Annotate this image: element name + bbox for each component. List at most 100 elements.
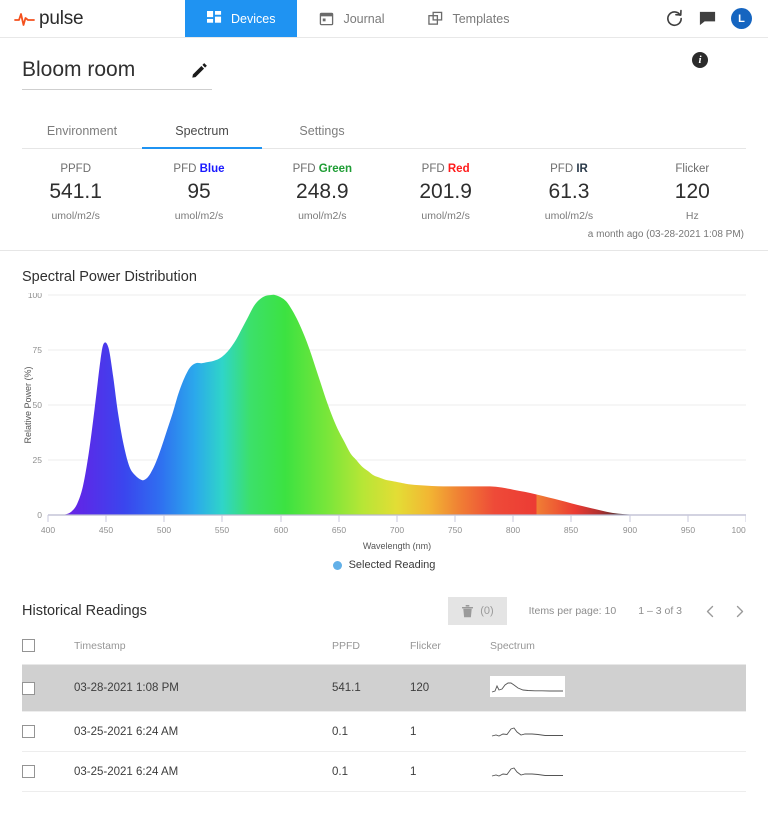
table-row[interactable]: 03-25-2021 6:24 AM 0.1 1 <box>22 712 746 752</box>
metric-pfd-ir-unit: umol/m2/s <box>507 210 630 222</box>
table-row[interactable]: 03-25-2021 6:24 AM 0.1 1 <box>22 752 746 792</box>
metric-pfd-ir-accent: IR <box>576 163 588 175</box>
avatar[interactable]: L <box>731 8 752 29</box>
select-all-checkbox[interactable] <box>22 639 35 652</box>
spectral-chart-section: Spectral Power Distribution <box>0 251 768 593</box>
row-ppfd: 0.1 <box>332 752 410 792</box>
legend-dot-selected-reading <box>333 561 342 570</box>
brand-name: pulse <box>39 8 83 30</box>
chart-area: 100 75 50 25 0 <box>22 293 746 593</box>
metric-pfd-blue-label: PFD <box>173 163 196 175</box>
page-title: Bloom room <box>22 58 135 82</box>
chart-x-axis-label: Wavelength (nm) <box>363 541 431 551</box>
metric-pfd-blue: PFD Blue 95 umol/m2/s <box>137 163 260 222</box>
pulse-mark-icon <box>14 11 36 27</box>
row-ppfd: 0.1 <box>332 712 410 752</box>
refresh-icon[interactable] <box>665 9 684 28</box>
row-spectrum-cell <box>490 665 746 712</box>
metric-ppfd: PPFD 541.1 umol/m2/s <box>14 163 137 222</box>
metric-pfd-blue-accent: Blue <box>200 163 225 175</box>
chevron-left-icon[interactable] <box>704 605 717 618</box>
metric-pfd-ir-label: PFD <box>550 163 573 175</box>
spectrum-sparkline-icon <box>490 723 565 740</box>
sparkline-wrap <box>490 676 565 697</box>
svg-text:900: 900 <box>623 525 637 535</box>
tab-environment[interactable]: Environment <box>22 116 142 149</box>
nav-tab-journal[interactable]: Journal <box>297 0 406 37</box>
chevron-right-icon[interactable] <box>733 605 746 618</box>
tab-settings[interactable]: Settings <box>262 116 382 149</box>
items-per-page[interactable]: Items per page: 10 <box>529 605 617 617</box>
row-timestamp: 03-25-2021 6:24 AM <box>74 712 332 752</box>
table-header-row: Timestamp PPFD Flicker Spectrum <box>22 639 746 665</box>
metric-pfd-blue-value: 95 <box>137 180 260 204</box>
spectrum-chart[interactable]: 100 75 50 25 0 <box>22 293 746 553</box>
chart-x-ticks: 400 450 500 550 600 650 700 750 800 850 … <box>41 515 746 535</box>
svg-text:550: 550 <box>215 525 229 535</box>
metric-pfd-red-label: PFD <box>422 163 445 175</box>
tab-spectrum[interactable]: Spectrum <box>142 116 262 149</box>
column-spectrum[interactable]: Spectrum <box>490 639 746 665</box>
column-flicker[interactable]: Flicker <box>410 639 490 665</box>
metric-pfd-blue-unit: umol/m2/s <box>137 210 260 222</box>
select-all-cell <box>22 639 74 665</box>
y-tick-50: 50 <box>33 400 43 410</box>
svg-text:450: 450 <box>99 525 113 535</box>
svg-text:850: 850 <box>564 525 578 535</box>
y-tick-0: 0 <box>37 510 42 520</box>
nav-tab-templates[interactable]: Templates <box>406 0 531 37</box>
nav-tab-journal-label: Journal <box>343 12 384 26</box>
page-header: Bloom room i Environment Spectrum Settin… <box>0 38 768 149</box>
row-flicker: 1 <box>410 752 490 792</box>
metric-flicker-label: Flicker <box>675 163 709 175</box>
chart-title: Spectral Power Distribution <box>22 269 746 285</box>
row-checkbox[interactable] <box>22 765 35 778</box>
sub-tabs: Environment Spectrum Settings <box>22 116 746 149</box>
metric-pfd-red: PFD Red 201.9 umol/m2/s <box>384 163 507 222</box>
top-navigation-bar: pulse Devices Journal Templ <box>0 0 768 38</box>
column-timestamp[interactable]: Timestamp <box>74 639 332 665</box>
metric-pfd-red-value: 201.9 <box>384 180 507 204</box>
metric-pfd-ir-value: 61.3 <box>507 180 630 204</box>
metric-flicker-value: 120 <box>631 180 754 204</box>
row-timestamp: 03-25-2021 6:24 AM <box>74 752 332 792</box>
nav-tabs: Devices Journal Templates <box>185 0 531 37</box>
y-tick-75: 75 <box>33 345 43 355</box>
svg-text:650: 650 <box>332 525 346 535</box>
delete-button[interactable]: (0) <box>448 597 506 625</box>
historical-readings-table: Timestamp PPFD Flicker Spectrum 03-28-20… <box>22 639 746 792</box>
metric-ppfd-label: PPFD <box>60 163 91 175</box>
device-name-field[interactable]: Bloom room <box>22 58 212 90</box>
svg-text:1000: 1000 <box>732 525 746 535</box>
table-body: 03-28-2021 1:08 PM 541.1 120 03-25-2021 … <box>22 665 746 792</box>
metric-pfd-green-value: 248.9 <box>261 180 384 204</box>
metric-pfd-red-unit: umol/m2/s <box>384 210 507 222</box>
svg-text:700: 700 <box>390 525 404 535</box>
metric-pfd-green-accent: Green <box>319 163 352 175</box>
row-select-cell <box>22 712 74 752</box>
legend-label-selected-reading: Selected Reading <box>349 559 436 571</box>
calendar-icon <box>319 11 334 26</box>
column-ppfd[interactable]: PPFD <box>332 639 410 665</box>
row-flicker: 120 <box>410 665 490 712</box>
metric-pfd-green: PFD Green 248.9 umol/m2/s <box>261 163 384 222</box>
chart-y-axis-label: Relative Power (%) <box>23 366 33 443</box>
brand-logo[interactable]: pulse <box>0 0 185 37</box>
nav-tab-devices[interactable]: Devices <box>185 0 297 37</box>
pencil-icon[interactable] <box>191 62 208 79</box>
row-spectrum-cell <box>490 712 746 752</box>
svg-text:600: 600 <box>274 525 288 535</box>
metrics-band: PPFD 541.1 umol/m2/s PFD Blue 95 umol/m2… <box>0 149 768 251</box>
title-row: Bloom room <box>22 58 746 90</box>
table-row[interactable]: 03-28-2021 1:08 PM 541.1 120 <box>22 665 746 712</box>
metric-ppfd-unit: umol/m2/s <box>14 210 137 222</box>
chat-bubble-icon[interactable] <box>698 9 717 28</box>
spectrum-sparkline-icon <box>490 678 565 695</box>
row-checkbox[interactable] <box>22 682 35 695</box>
metric-flicker: Flicker 120 Hz <box>631 163 754 222</box>
nav-tab-templates-label: Templates <box>452 12 509 26</box>
info-icon[interactable]: i <box>692 52 708 68</box>
row-select-cell <box>22 665 74 712</box>
row-checkbox[interactable] <box>22 725 35 738</box>
row-flicker: 1 <box>410 712 490 752</box>
